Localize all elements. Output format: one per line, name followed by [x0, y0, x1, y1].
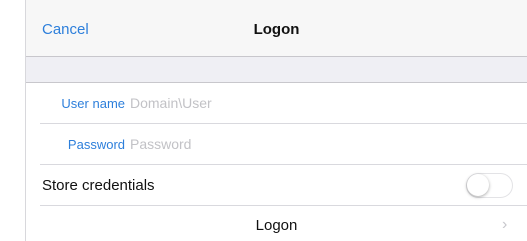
username-input[interactable]	[130, 92, 490, 114]
navigation-bar: Cancel Logon	[26, 0, 527, 57]
username-row: User name	[26, 83, 527, 124]
password-input[interactable]	[130, 133, 490, 155]
store-credentials-row: Store credentials	[26, 165, 527, 206]
store-credentials-label: Store credentials	[42, 177, 155, 194]
username-label: User name	[61, 96, 125, 111]
password-row: Password	[26, 124, 527, 165]
logon-button-label: Logon	[255, 217, 298, 234]
logon-button[interactable]: Logon ›	[26, 206, 527, 241]
password-label: Password	[67, 137, 125, 152]
section-header-spacer	[26, 57, 527, 83]
toggle-knob	[467, 174, 489, 196]
chevron-right-icon: ›	[502, 216, 508, 233]
logon-dialog: Cancel Logon User name Password Store cr…	[25, 0, 527, 241]
page-title: Logon	[253, 21, 300, 38]
store-credentials-toggle[interactable]	[466, 173, 513, 198]
